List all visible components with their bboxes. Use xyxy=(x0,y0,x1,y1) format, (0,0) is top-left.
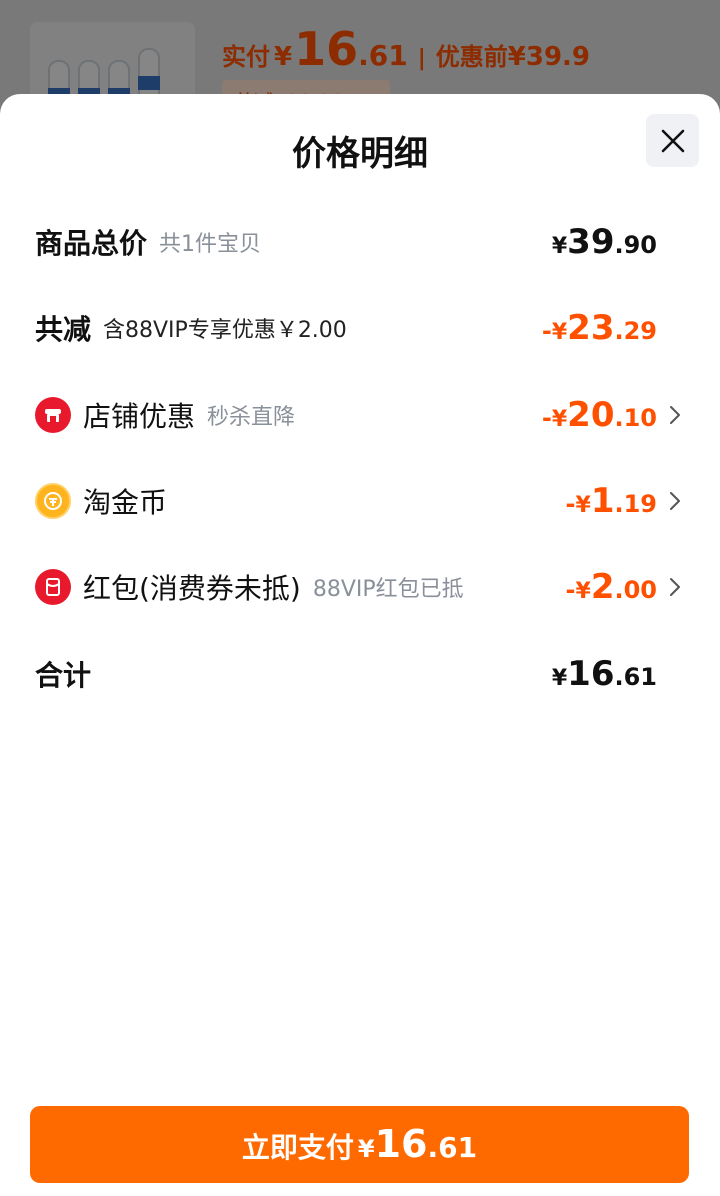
shop-discount-label: 店铺优惠 xyxy=(83,400,196,433)
currency-symbol: ¥ xyxy=(551,407,568,432)
amount-dec: .19 xyxy=(614,490,657,518)
red-packet-sub: 88VIP红包已抵 xyxy=(312,577,464,602)
chevron-right-icon xyxy=(670,406,680,424)
total-price-label: 商品总价 xyxy=(35,227,148,260)
amount-dec: .00 xyxy=(614,576,657,604)
shop-discount-amount: - ¥ 20 .10 xyxy=(542,395,657,435)
minus-sign: - xyxy=(541,404,552,432)
currency-symbol: ¥ xyxy=(551,666,568,691)
currency-symbol: ¥ xyxy=(551,320,568,345)
sum-row: 合计 ¥ 16 .61 xyxy=(35,644,680,704)
amount-dec: .29 xyxy=(614,317,657,345)
amount-dec: .90 xyxy=(614,231,657,259)
reduction-sub: 含88VIP专享优惠￥2.00 xyxy=(103,318,347,343)
close-button[interactable] xyxy=(646,114,699,167)
amount-int: 23 xyxy=(567,308,615,348)
chevron-right-icon xyxy=(670,578,680,596)
chevron-right-icon xyxy=(670,492,680,510)
red-packet-icon xyxy=(35,569,71,605)
sheet-title: 价格明细 xyxy=(292,134,428,174)
amount-int: 16 xyxy=(374,1122,428,1166)
price-detail-sheet: 价格明细 商品总价 共1件宝贝 ¥ 39 .90 共减 含88VIP专享优惠￥2… xyxy=(0,94,720,1196)
pay-button-label: 立即支付 xyxy=(241,1131,354,1164)
red-packet-amount: - ¥ 2 .00 xyxy=(566,567,657,607)
minus-sign: - xyxy=(565,490,576,518)
amount-int: 39 xyxy=(567,222,615,262)
reduction-label: 共减 xyxy=(35,313,92,346)
minus-sign: - xyxy=(565,576,576,604)
shop-discount-sub: 秒杀直降 xyxy=(207,405,296,430)
currency-symbol: ¥ xyxy=(575,579,591,604)
red-packet-row[interactable]: 红包(消费券未抵) 88VIP红包已抵 - ¥ 2 .00 xyxy=(35,557,680,617)
shop-icon xyxy=(35,397,71,433)
sum-label: 合计 xyxy=(35,659,92,692)
amount-int: 1 xyxy=(590,481,615,521)
coin-icon xyxy=(35,483,71,519)
amount-int: 20 xyxy=(567,395,615,435)
amount-int: 16 xyxy=(567,654,615,694)
coins-label: 淘金币 xyxy=(83,486,168,519)
total-price-amount: ¥ 39 .90 xyxy=(552,222,657,262)
amount-dec: .61 xyxy=(427,1131,478,1164)
total-price-sub: 共1件宝贝 xyxy=(159,232,262,257)
shop-discount-row[interactable]: 店铺优惠 秒杀直降 - ¥ 20 .10 xyxy=(35,385,680,445)
red-packet-label: 红包(消费券未抵) xyxy=(83,572,301,605)
pay-now-button[interactable]: 立即支付 ¥ 16 .61 xyxy=(30,1106,689,1183)
total-price-row: 商品总价 共1件宝贝 ¥ 39 .90 xyxy=(35,212,680,272)
minus-sign: - xyxy=(541,317,552,345)
amount-int: 2 xyxy=(590,567,615,607)
reduction-row: 共减 含88VIP专享优惠￥2.00 - ¥ 23 .29 xyxy=(35,298,680,358)
amount-dec: .10 xyxy=(614,404,657,432)
currency-symbol: ¥ xyxy=(357,1135,375,1163)
coins-amount: - ¥ 1 .19 xyxy=(566,481,657,521)
sum-amount: ¥ 16 .61 xyxy=(552,654,657,694)
close-icon xyxy=(661,129,684,152)
reduction-amount: - ¥ 23 .29 xyxy=(542,308,657,348)
currency-symbol: ¥ xyxy=(551,234,568,259)
coins-row[interactable]: 淘金币 - ¥ 1 .19 xyxy=(35,471,680,531)
currency-symbol: ¥ xyxy=(575,493,591,518)
amount-dec: .61 xyxy=(614,663,657,691)
